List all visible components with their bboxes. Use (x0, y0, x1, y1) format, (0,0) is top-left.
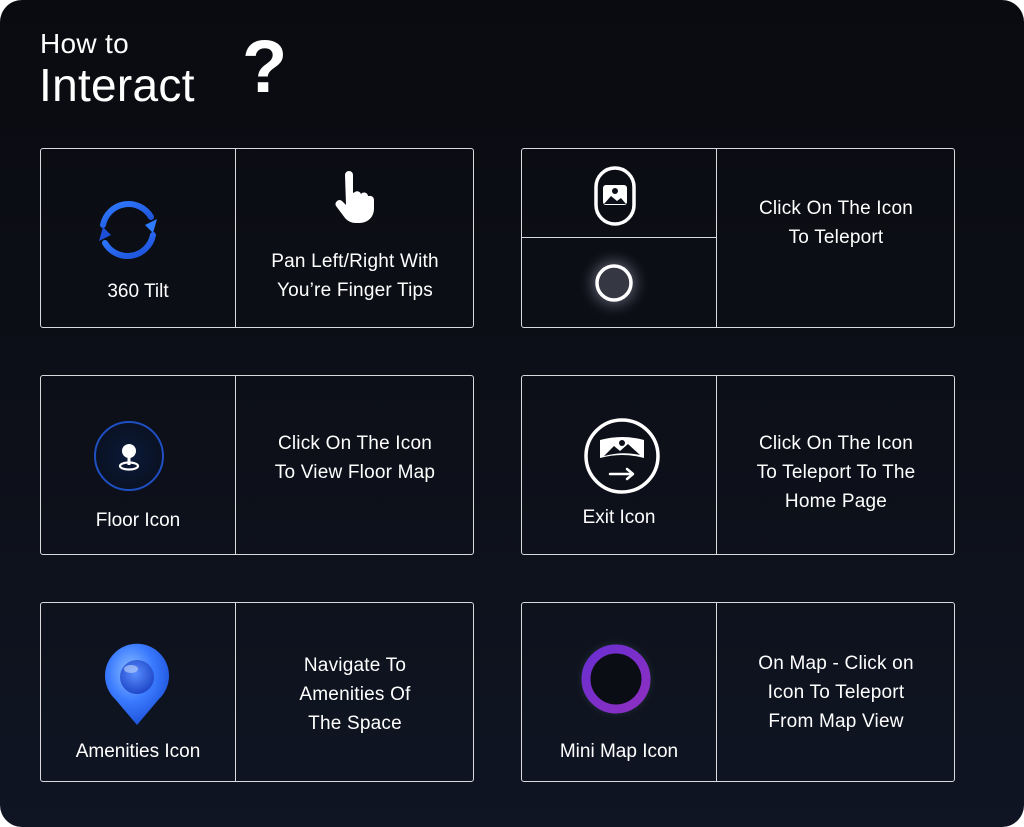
card-icon-cell: Amenities Icon (41, 603, 235, 781)
card-icon-cell: 360 Tilt (41, 149, 235, 327)
title-how-to: How to (40, 28, 129, 59)
rotate-360-icon (99, 201, 157, 259)
card-desc-line: Click On The Icon (758, 198, 914, 219)
card-floor: Floor Icon Click On The Icon To View Flo… (40, 375, 474, 555)
card-desc-line: Amenities Of (299, 684, 411, 705)
title-interact: Interact (39, 59, 195, 111)
card-label: 360 Tilt (107, 281, 169, 302)
card-label: Amenities Icon (75, 741, 201, 762)
card-desc-line: The Space (308, 713, 402, 734)
card-desc-line: To Teleport To The (756, 462, 916, 483)
card-label: Floor Icon (95, 510, 181, 531)
card-desc-line: To Teleport (788, 227, 884, 248)
card-icon-cell: Exit Icon (522, 376, 716, 554)
card-exit: Exit Icon Click On The Icon To Teleport … (521, 375, 955, 555)
floor-pin-icon (94, 421, 164, 491)
pointing-hand-icon (335, 171, 375, 223)
card-icon-cell (522, 149, 716, 327)
exit-panorama-icon (584, 418, 660, 494)
card-desc-cell: On Map - Click on Icon To Teleport From … (718, 603, 954, 781)
card-360-tilt: 360 Tilt Pan Left/Right With You’re Fing… (40, 148, 474, 328)
amenities-pin-icon (105, 643, 169, 725)
card-divider (716, 149, 717, 327)
card-amenities: Amenities Icon Navigate To Amenities Of … (40, 602, 474, 782)
card-desc-line: To View Floor Map (274, 462, 436, 483)
mini-map-ring-icon (574, 637, 658, 721)
card-icon-cell: Floor Icon (41, 376, 235, 554)
card-desc-cell: Click On The Icon To Teleport To The Hom… (718, 376, 954, 554)
card-desc-cell: Click On The Icon To Teleport (718, 149, 954, 327)
card-mini-map: Mini Map Icon On Map - Click on Icon To … (521, 602, 955, 782)
card-divider (716, 376, 717, 554)
card-desc-line: Icon To Teleport (767, 682, 905, 703)
card-desc-line: Pan Left/Right With (271, 251, 439, 272)
card-label: Mini Map Icon (559, 741, 679, 762)
card-desc-line: You’re Finger Tips (276, 280, 434, 301)
teleport-circle-icon (578, 247, 650, 319)
card-divider (235, 149, 236, 327)
card-desc-cell: Navigate To Amenities Of The Space (237, 603, 473, 781)
card-divider (235, 603, 236, 781)
card-desc-line: Click On The Icon (758, 433, 914, 454)
card-desc-line: On Map - Click on (758, 653, 914, 674)
card-desc-line: From Map View (768, 711, 904, 732)
card-desc-cell: Click On The Icon To View Floor Map (237, 376, 473, 554)
card-inner-divider (522, 237, 716, 238)
card-desc-line: Click On The Icon (277, 433, 433, 454)
card-divider (235, 376, 236, 554)
card-teleport: Click On The Icon To Teleport (521, 148, 955, 328)
card-label: Exit Icon (582, 507, 656, 528)
how-to-interact-panel: How to Interact ? 360 Tilt Pan Left/Righ… (0, 0, 1024, 827)
card-desc-line: Home Page (784, 491, 888, 512)
teleport-capsule-icon (594, 166, 636, 226)
card-desc-line: Navigate To (303, 655, 407, 676)
card-desc-cell: Pan Left/Right With You’re Finger Tips (237, 149, 473, 327)
card-icon-cell: Mini Map Icon (522, 603, 716, 781)
question-mark: ? (242, 25, 288, 108)
card-divider (716, 603, 717, 781)
